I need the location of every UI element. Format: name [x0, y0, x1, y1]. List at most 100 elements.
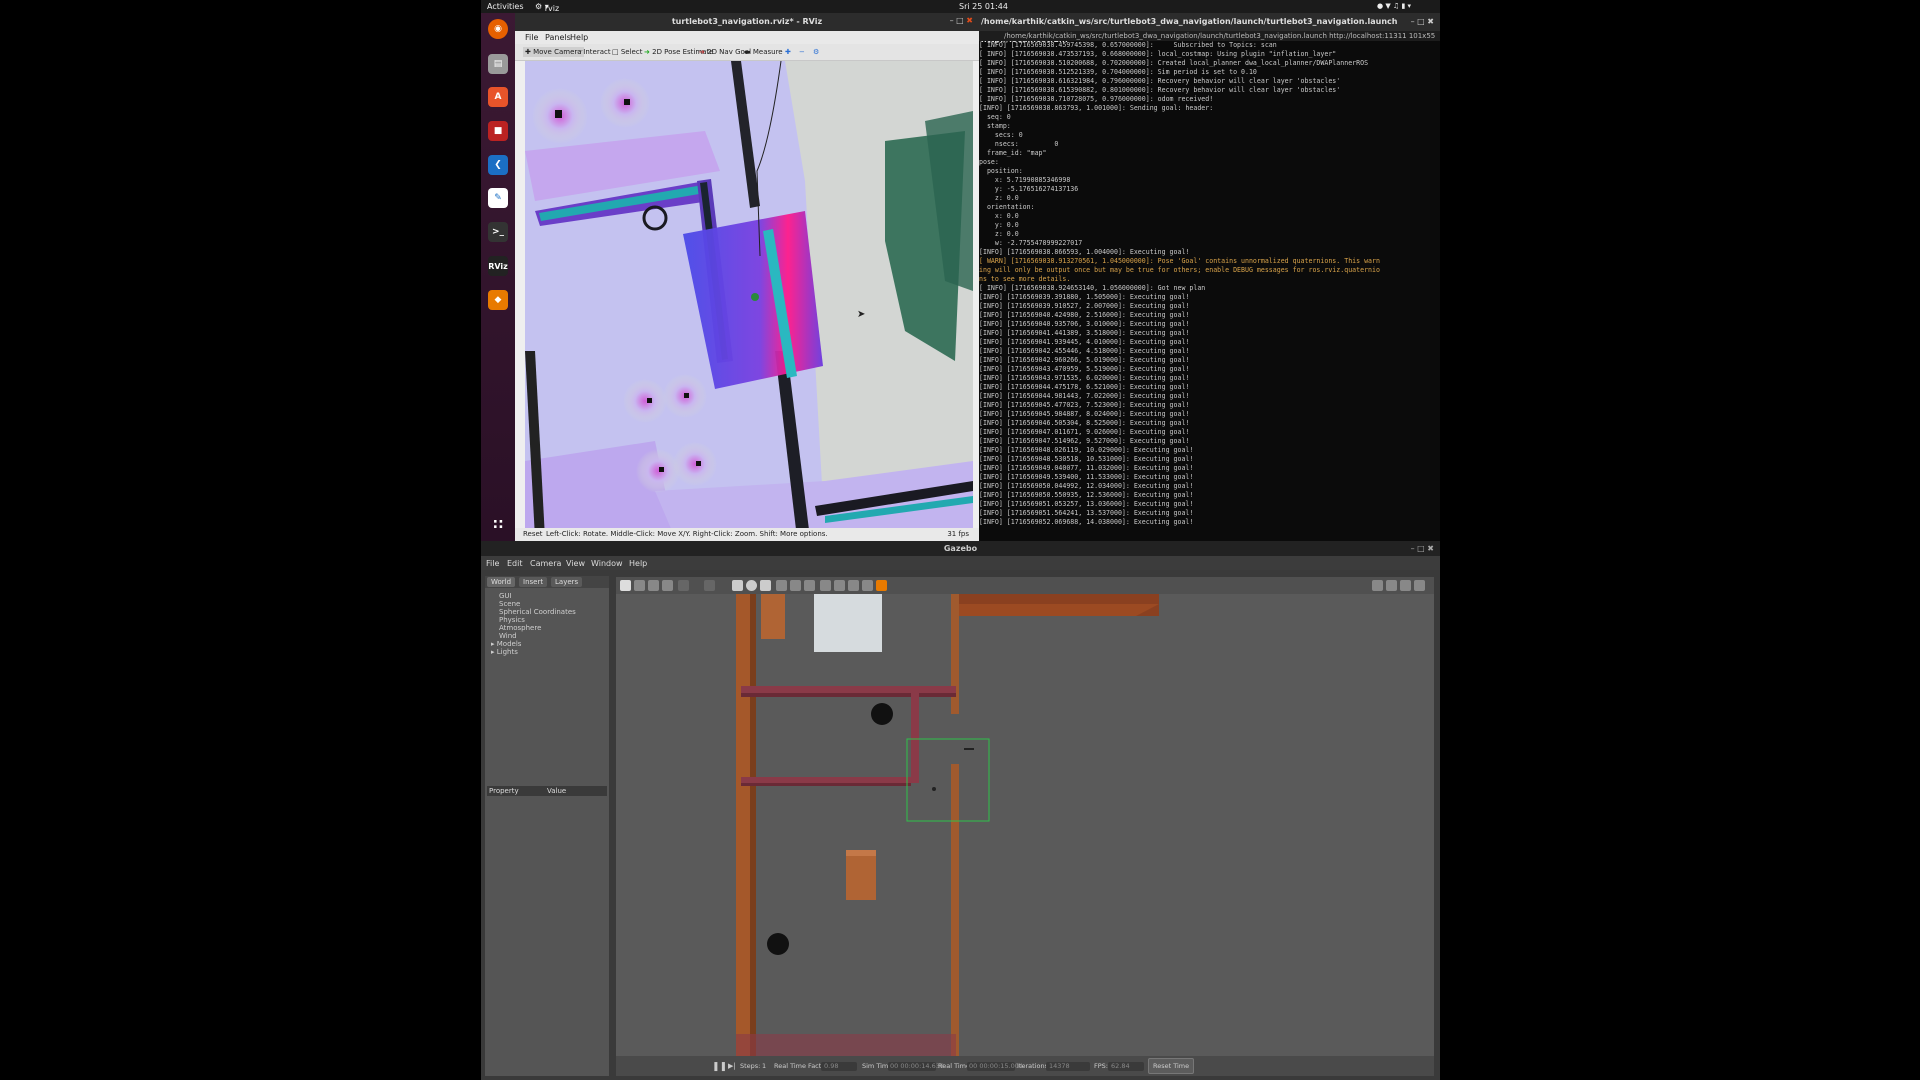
video-record-icon[interactable]	[1414, 580, 1425, 591]
software-center-icon[interactable]: A	[488, 87, 508, 107]
system-tray-icons[interactable]: ● ▼ ♫ ▮ ▾	[1377, 2, 1411, 10]
select-tool[interactable]: □ Select	[610, 47, 644, 57]
terminal-window-controls[interactable]: – □ ✖	[1411, 17, 1434, 26]
log-line: orientation:	[979, 203, 1035, 211]
gazebo-icon[interactable]: ◆	[488, 290, 508, 310]
terminal-log[interactable]: [ INFO] [1716569038.459745398, 0.6570000…	[979, 41, 1440, 541]
box-shape-icon[interactable]	[732, 580, 743, 591]
tree-item-models[interactable]: ▸ Models	[491, 640, 521, 648]
rviz-title: turtlebot3_navigation.rviz* - RViz	[515, 13, 979, 31]
gz-menu-help[interactable]: Help	[629, 559, 647, 568]
spot-light-icon[interactable]	[790, 580, 801, 591]
log-line: x: 0.0	[979, 212, 1019, 220]
tree-item-gui[interactable]: GUI	[499, 592, 512, 600]
log-line: [INFO] [1716569038.866593, 1.004000]: Ex…	[979, 248, 1190, 256]
activities-button[interactable]: Activities	[487, 2, 524, 11]
firefox-icon[interactable]: ◉	[488, 19, 508, 39]
rviz-tool-icon[interactable]: ■	[488, 121, 508, 141]
rviz-dock-icon[interactable]: RViz	[488, 256, 508, 276]
rviz-status-bar: Reset Left-Click: Rotate. Middle-Click: …	[515, 528, 979, 541]
log-line: [ INFO] [1716569038.615390882, 0.8010000…	[979, 86, 1341, 94]
add-tool-icon[interactable]: ✚	[783, 47, 793, 57]
tab-world[interactable]: World	[487, 577, 516, 587]
measure-label: Measure	[752, 48, 783, 56]
select-mode-icon[interactable]	[620, 580, 631, 591]
copy-icon[interactable]	[820, 580, 831, 591]
app-menu[interactable]: ⚙ rviz ▾	[535, 2, 559, 13]
gazebo-3d-scene[interactable]	[616, 594, 1434, 1056]
undo-icon[interactable]	[678, 580, 689, 591]
tree-item-scene[interactable]: Scene	[499, 600, 520, 608]
log-line: secs: 0	[979, 131, 1023, 139]
menu-file[interactable]: File	[525, 33, 538, 42]
steps-value[interactable]: 1	[762, 1062, 766, 1070]
tree-item-atmosphere[interactable]: Atmosphere	[499, 624, 541, 632]
gz-menu-edit[interactable]: Edit	[507, 559, 523, 568]
show-apps-icon[interactable]: ∷	[488, 515, 508, 535]
tab-layers[interactable]: Layers	[551, 577, 583, 587]
clock[interactable]: Sri 25 01:44	[959, 2, 1008, 11]
tool-settings-icon[interactable]: ⚙	[811, 47, 821, 57]
measure-tool[interactable]: ▬ Measure	[742, 47, 785, 57]
cylinder-shape-icon[interactable]	[760, 580, 771, 591]
log-line: [INFO] [1716569052.069688, 14.038000]: E…	[979, 518, 1194, 526]
gz-menu-view[interactable]: View	[566, 559, 585, 568]
step-icon[interactable]: ▶|	[728, 1062, 736, 1070]
log-line: stamp:	[979, 122, 1011, 130]
files-icon[interactable]: ▤	[488, 54, 508, 74]
log-line: [ INFO] [1716569038.924653140, 1.0560000…	[979, 284, 1206, 292]
reset-time-button[interactable]: Reset Time	[1148, 1058, 1195, 1074]
align-icon[interactable]	[848, 580, 859, 591]
terminal-icon[interactable]: >_	[488, 222, 508, 242]
rviz-window: turtlebot3_navigation.rviz* - RViz – □ ✖…	[515, 13, 979, 541]
gz-menu-camera[interactable]: Camera	[530, 559, 561, 568]
tab-insert[interactable]: Insert	[519, 577, 548, 587]
scale-mode-icon[interactable]	[662, 580, 673, 591]
tree-item-lights[interactable]: ▸ Lights	[491, 648, 518, 656]
rviz-3d-view[interactable]: ➤	[525, 61, 973, 538]
terminal-tab[interactable]: /home/karthik/catkin_ws/src/turtlebot3_d…	[979, 31, 1440, 41]
vscode-icon[interactable]: ❮	[488, 155, 508, 175]
interact-tool[interactable]: ☞Interact	[575, 47, 613, 57]
log-line: [INFO] [1716569044.981443, 7.022000]: Ex…	[979, 392, 1190, 400]
rviz-window-controls[interactable]: – □ ✖	[950, 16, 973, 25]
tree-item-physics[interactable]: Physics	[499, 616, 525, 624]
text-editor-icon[interactable]: ✎	[488, 188, 508, 208]
redo-icon[interactable]	[704, 580, 715, 591]
gz-menu-file[interactable]: File	[486, 559, 499, 568]
rotate-mode-icon[interactable]	[648, 580, 659, 591]
log-line: [INFO] [1716569045.477023, 7.523000]: Ex…	[979, 401, 1190, 409]
snap-icon[interactable]	[862, 580, 873, 591]
remove-tool-icon[interactable]: −	[797, 47, 807, 57]
sphere-shape-icon[interactable]	[746, 580, 757, 591]
log-icon[interactable]	[1386, 580, 1397, 591]
top-bar: Activities ⚙ rviz ▾ Sri 25 01:44 ● ▼ ♫ ▮…	[481, 0, 1440, 13]
steps-label: Steps:	[740, 1062, 761, 1070]
tree-item-wind[interactable]: Wind	[499, 632, 517, 640]
log-line: pose:	[979, 158, 999, 166]
play-pause-icon[interactable]: ❚❚	[712, 1062, 727, 1072]
gazebo-title: Gazebo	[481, 541, 1440, 556]
log-line: x: 5.71990885346998	[979, 176, 1071, 184]
directional-light-icon[interactable]	[804, 580, 815, 591]
menu-help[interactable]: Help	[570, 33, 588, 42]
tree-item-spherical-coordinates[interactable]: Spherical Coordinates	[499, 608, 576, 616]
translate-mode-icon[interactable]	[634, 580, 645, 591]
change-view-icon[interactable]	[876, 580, 887, 591]
log-line: [INFO] [1716569038.863793, 1.001000]: Se…	[979, 104, 1214, 112]
log-line: [INFO] [1716569046.505304, 8.525000]: Ex…	[979, 419, 1190, 427]
terminal-window: /home/karthik/catkin_ws/src/turtlebot3_d…	[979, 13, 1440, 541]
screenshot-icon[interactable]	[1372, 580, 1383, 591]
gazebo-status-bar: ❚❚ ▶| Steps: 1 Real Time Factor: 0.98 Si…	[616, 1056, 1434, 1076]
reset-button[interactable]: Reset	[523, 528, 543, 541]
gz-menu-window[interactable]: Window	[591, 559, 623, 568]
gazebo-window-controls[interactable]: – □ ✖	[1411, 544, 1434, 553]
menu-panels[interactable]: Panels	[545, 33, 571, 42]
log-line: frame_id: "map"	[979, 149, 1047, 157]
paste-icon[interactable]	[834, 580, 845, 591]
plot-icon[interactable]	[1400, 580, 1411, 591]
log-line: [ INFO] [1716569038.473537193, 0.6680000…	[979, 50, 1337, 58]
point-light-icon[interactable]	[776, 580, 787, 591]
log-line: [INFO] [1716569043.470959, 5.519000]: Ex…	[979, 365, 1190, 373]
log-line: [INFO] [1716569039.910527, 2.007000]: Ex…	[979, 302, 1190, 310]
